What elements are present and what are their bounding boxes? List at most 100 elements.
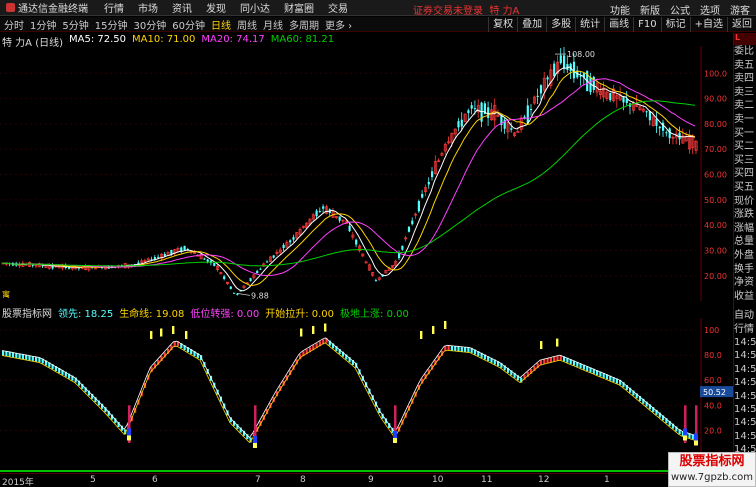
menu-item[interactable]: 交易 (328, 0, 348, 15)
peak-bar (420, 331, 423, 340)
title-bar: 通达信金融终端 行情 市场 资讯 发现 同小达 财富圈 交易 证券交易未登录 特… (0, 0, 756, 17)
menu-function[interactable]: 功能 (610, 2, 630, 17)
candle-body (266, 261, 269, 263)
menu-item[interactable]: 发现 (206, 0, 226, 15)
peak-bar (432, 326, 435, 334)
candle-body (292, 237, 295, 240)
sub-indicator-chart[interactable]: 100 80.0 60.0 40.0 20.0 50.52 (0, 318, 733, 473)
quote-panel: L 委比 卖五 卖四 卖三 卖二 卖一 买一 买二 买三 买四 买五 现价 涨跌 涨幅 总量 外盘 换手 净资 收益… (733, 33, 756, 487)
signal-block (683, 435, 687, 441)
watermark-url: www.7gpzb.com (671, 472, 753, 483)
candle-body (417, 201, 420, 212)
period-intraday[interactable]: 分时 (4, 17, 24, 32)
watermark: 股票指标网 www.7gpzb.com (668, 452, 756, 487)
login-warning[interactable]: 证券交易未登录 特 力A (413, 2, 519, 17)
period-daily[interactable]: 日线 (211, 17, 231, 32)
quote-label: 净资 (734, 277, 754, 289)
tool-back-button[interactable]: 返回 (727, 17, 756, 32)
candle-body (31, 264, 34, 266)
tool-multi-button[interactable]: 多股 (546, 17, 575, 32)
right-menu: 功能 新版 公式 选项 游客 (610, 2, 750, 17)
quote-label: 卖一 (734, 113, 754, 125)
price-tick: 90.00 (704, 95, 727, 104)
candle-body (318, 211, 321, 213)
tool-overlay-button[interactable]: 叠加 (517, 17, 546, 32)
candle-body (609, 92, 612, 101)
high-label: 108.00 (567, 50, 595, 59)
candle-body (272, 255, 275, 258)
quote-label: 总量 (734, 236, 754, 248)
oscillator-bar (457, 346, 460, 352)
menu-item[interactable]: 行情 (104, 0, 124, 15)
candle-body (427, 181, 430, 185)
signal-block (683, 428, 687, 436)
period-1min[interactable]: 1分钟 (30, 17, 56, 32)
candle-body (467, 110, 470, 114)
quote-label: 委比 (734, 46, 754, 57)
current-value: 50.52 (703, 388, 726, 397)
stock-tab[interactable]: 特 力A (489, 6, 519, 17)
candle-body (553, 63, 556, 77)
period-15min[interactable]: 15分钟 (95, 17, 128, 32)
menu-new[interactable]: 新版 (640, 2, 660, 17)
period-5min[interactable]: 5分钟 (62, 17, 88, 32)
price-tick: 100.0 (704, 69, 727, 78)
quote-label: 收益 (734, 290, 754, 302)
menu-item[interactable]: 财富圈 (284, 0, 314, 15)
peak-bar (324, 323, 327, 332)
candle-body (546, 77, 549, 80)
candle-body (315, 210, 318, 217)
quote-label: 买三 (734, 154, 754, 166)
tool-f10-button[interactable]: F10 (633, 17, 660, 32)
tool-watchlist-button[interactable]: +自选 (689, 17, 727, 32)
menu-options[interactable]: 选项 (700, 2, 720, 17)
menu-guest[interactable]: 游客 (730, 2, 750, 17)
candlestick-chart[interactable]: 100.0 90.00 80.00 70.00 60.00 50.00 40.00 30.00… (0, 46, 733, 301)
tool-fuquan-button[interactable]: 复权 (488, 17, 517, 32)
candle-body (645, 111, 648, 113)
indicator-tick: 100 (704, 326, 719, 335)
quote-label: 涨幅 (734, 222, 754, 234)
quote-label: 买四 (734, 168, 754, 180)
candle-body (658, 126, 661, 129)
marker-icon: 寓 (2, 289, 10, 299)
period-60min[interactable]: 60分钟 (172, 17, 205, 32)
candle-body (213, 263, 216, 266)
app-logo: 通达信金融终端 (0, 0, 94, 15)
candle-body (665, 132, 668, 134)
quote-label: 卖五 (734, 59, 754, 71)
tool-stats-button[interactable]: 统计 (575, 17, 604, 32)
period-multi[interactable]: 多周期 (289, 17, 319, 32)
panel-header: L (734, 33, 756, 45)
candle-body (563, 55, 566, 69)
date-tick: 11 (481, 475, 493, 485)
menu-item[interactable]: 市场 (138, 0, 158, 15)
peak-bar (300, 328, 303, 337)
period-tabs: 分时 1分钟 5分钟 15分钟 30分钟 60分钟 日线 周线 月线 多周期 更… (0, 17, 352, 32)
quote-label: 买二 (734, 141, 754, 153)
date-tick: 2015年 (2, 478, 34, 487)
signal-block (393, 437, 397, 443)
tool-mark-button[interactable]: 标记 (660, 17, 690, 32)
menu-item[interactable]: 同小达 (240, 0, 270, 15)
date-tick: 10 (432, 475, 444, 485)
quote-label: 买五 (734, 181, 754, 193)
menu-formula[interactable]: 公式 (670, 2, 690, 17)
period-monthly[interactable]: 月线 (263, 17, 283, 32)
tool-draw-button[interactable]: 画线 (604, 17, 633, 32)
period-more[interactable]: 更多 › (325, 17, 352, 32)
candle-body (206, 259, 209, 262)
date-tick: 1 (604, 475, 610, 485)
period-weekly[interactable]: 周线 (237, 17, 257, 32)
candle-body (536, 95, 539, 97)
menu-item[interactable]: 资讯 (172, 0, 192, 15)
candle-body (559, 55, 562, 64)
indicator-tick: 20.0 (704, 426, 722, 435)
candle-body (259, 268, 262, 270)
tick-time: 14:5 (734, 363, 756, 375)
chart-tools: 复权 叠加 多股 统计 画线 F10 标记 +自选 返回 (488, 17, 756, 32)
candle-body (249, 278, 252, 282)
period-30min[interactable]: 30分钟 (133, 17, 166, 32)
peak-bar (540, 341, 543, 350)
quote-label: 涨跌 (734, 209, 754, 221)
